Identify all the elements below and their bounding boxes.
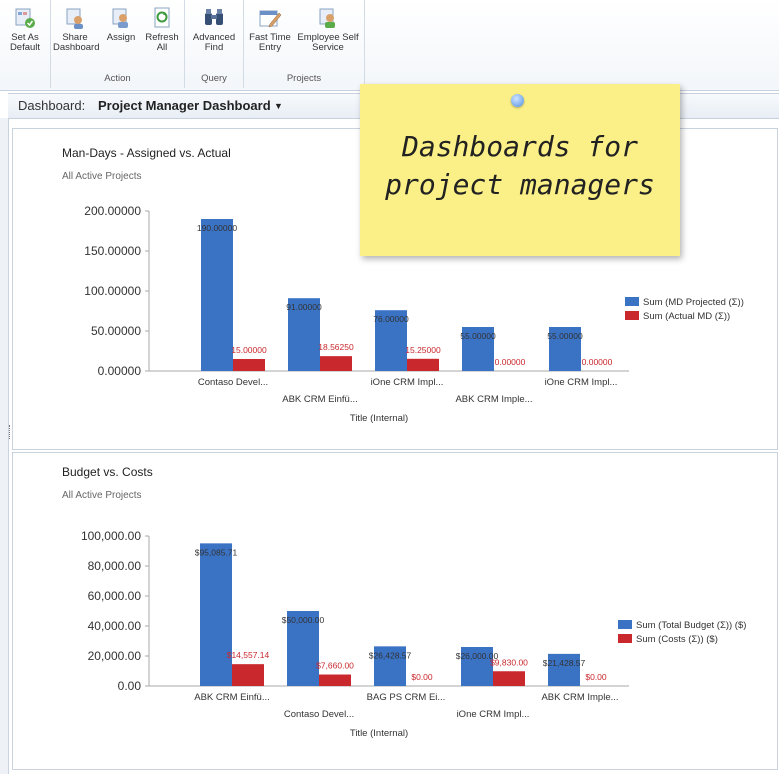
- set-as-default-button[interactable]: Set As Default: [4, 6, 46, 53]
- share-dashboard-label2: Dashboard: [53, 42, 100, 53]
- ribbon-group-default: Set As Default: [0, 0, 51, 88]
- x-axis-label: Title (Internal): [350, 413, 408, 424]
- data-label: 55.00000: [460, 331, 496, 341]
- share-dashboard-button[interactable]: Share Dashboard: [53, 6, 100, 53]
- bar-secondary: [319, 674, 351, 686]
- bar-secondary: [493, 671, 525, 686]
- y-tick-label: 50.00000: [91, 324, 141, 338]
- advanced-find-button[interactable]: Advanced Find: [191, 6, 237, 53]
- y-tick-label: 0.00: [118, 679, 142, 693]
- category-label: ABK CRM Imple...: [541, 692, 618, 703]
- refresh-all-button[interactable]: Refresh All: [143, 6, 181, 53]
- legend-label: Sum (Actual MD (Σ)): [643, 311, 730, 322]
- y-tick-label: 40,000.00: [88, 619, 142, 633]
- category-label: BAG PS CRM Ei...: [367, 692, 446, 703]
- data-label: $14,557.14: [227, 650, 270, 660]
- dashboard-label: Dashboard:: [18, 98, 86, 113]
- x-axis-label: Title (Internal): [350, 728, 408, 739]
- y-tick-label: 150.00000: [84, 244, 141, 258]
- data-label: 91.00000: [286, 302, 322, 312]
- category-label: ABK CRM Einfü...: [194, 692, 270, 703]
- ribbon-group-action: Share Dashboard Assign Refresh All Actio…: [51, 0, 185, 88]
- set-default-icon: [15, 8, 35, 28]
- data-label: 76.00000: [373, 314, 409, 324]
- fast-time-entry-button[interactable]: Fast Time Entry: [246, 6, 294, 53]
- sticky-line-1: Dashboards for: [401, 130, 638, 163]
- data-label: 0.00000: [495, 357, 526, 367]
- category-label: iOne CRM Impl...: [371, 377, 444, 388]
- calendar-edit-icon: [259, 10, 282, 28]
- data-label: $9,830.00: [490, 657, 528, 667]
- data-label: $21,428.57: [543, 658, 586, 668]
- employee-self-service-button[interactable]: Employee Self Service: [294, 6, 362, 53]
- y-tick-label: 0.00000: [98, 364, 142, 378]
- chart-budget-costs: 0.00 20,000.00 40,000.00 60,000.00 80,000.00…: [81, 529, 746, 739]
- data-label: 18.56250: [318, 342, 354, 352]
- group-label-action: Action: [104, 73, 131, 84]
- data-label: $95,085.71: [195, 547, 238, 557]
- bar-secondary: [320, 356, 352, 371]
- category-label: iOne CRM Impl...: [545, 377, 618, 388]
- bar-secondary: [232, 664, 264, 686]
- refresh-icon: [154, 7, 170, 28]
- category-label: ABK CRM Einfü...: [282, 394, 358, 405]
- legend-swatch: [625, 297, 639, 306]
- data-label: $0.00: [411, 672, 433, 682]
- pushpin-icon: [511, 94, 524, 107]
- bar-primary: [201, 219, 233, 371]
- y-tick-label: 100,000.00: [81, 529, 141, 543]
- dropdown-caret-icon[interactable]: ▼: [274, 94, 283, 118]
- bar-secondary: [233, 359, 265, 371]
- advanced-find-label2: Find: [204, 42, 224, 53]
- legend-swatch: [625, 311, 639, 320]
- data-label: 15.25000: [405, 345, 441, 355]
- binoculars-icon: [205, 9, 223, 25]
- data-label: 55.00000: [547, 331, 583, 341]
- fast-time-entry-label2: Entry: [258, 42, 282, 53]
- sticky-note-text: Dashboards for project managers: [370, 128, 670, 204]
- set-as-default-label2: Default: [9, 42, 41, 53]
- legend-swatch: [618, 620, 632, 629]
- legend-label: Sum (Total Budget (Σ)) ($): [636, 620, 746, 631]
- employee-self-service-label2: Service: [312, 42, 344, 53]
- assign-label1: Assign: [106, 32, 136, 43]
- legend-label: Sum (MD Projected (Σ)): [643, 297, 744, 308]
- legend-label: Sum (Costs (Σ)) ($): [636, 634, 718, 645]
- assign-button[interactable]: Assign: [103, 6, 139, 43]
- category-label: Contaso Devel...: [284, 709, 354, 720]
- category-label: Contaso Devel...: [198, 377, 268, 388]
- share-icon: [66, 8, 83, 29]
- refresh-all-label2: All: [156, 42, 168, 53]
- bar-primary: [200, 543, 232, 686]
- ribbon: Set As Default Share Dashboard Assign Re…: [0, 0, 779, 91]
- y-tick-label: 100.00000: [84, 284, 141, 298]
- legend-swatch: [618, 634, 632, 643]
- ribbon-group-projects: Fast Time Entry Employee Self Service Pr…: [244, 0, 365, 88]
- assign-icon: [112, 8, 128, 28]
- employee-icon: [319, 8, 335, 28]
- y-tick-label: 20,000.00: [88, 649, 142, 663]
- y-tick-label: 80,000.00: [88, 559, 142, 573]
- y-tick-label: 200.00000: [84, 204, 141, 218]
- data-label: $0.00: [585, 672, 607, 682]
- chart-panel-budget: Budget vs. Costs All Active Projects 0.0…: [12, 452, 778, 770]
- y-tick-label: 60,000.00: [88, 589, 142, 603]
- group-label-query: Query: [201, 73, 227, 84]
- ribbon-group-query: Advanced Find Query: [185, 0, 244, 88]
- group-label-projects: Projects: [286, 73, 322, 84]
- data-label: 15.00000: [231, 345, 267, 355]
- category-label: ABK CRM Imple...: [455, 394, 532, 405]
- data-label: $26,428.57: [369, 650, 412, 660]
- bar-secondary: [407, 358, 439, 371]
- sticky-note: Dashboards for project managers: [360, 84, 680, 256]
- data-label: $7,660.00: [316, 661, 354, 671]
- category-label: iOne CRM Impl...: [457, 709, 530, 720]
- data-label: 0.00000: [582, 357, 613, 367]
- left-pane-edge: [0, 118, 9, 774]
- data-label: $50,000.00: [282, 615, 325, 625]
- sticky-line-2: project managers: [385, 168, 655, 201]
- dashboard-selector[interactable]: Project Manager Dashboard: [98, 94, 271, 118]
- data-label: 190.00000: [197, 223, 237, 233]
